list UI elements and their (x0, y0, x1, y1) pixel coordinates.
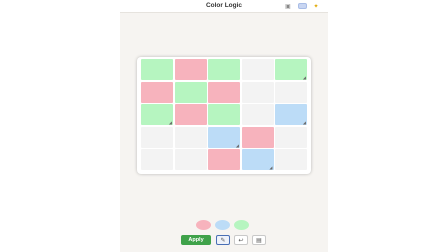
grid-cell-red[interactable] (208, 81, 240, 103)
puzzle-board: ◢ ◢ ◢ ◢ ◢ (137, 57, 311, 174)
grid-cell-empty[interactable] (275, 149, 307, 170)
grid-cell-empty[interactable] (174, 149, 207, 170)
grid-cell-green[interactable]: ◢ (275, 59, 307, 80)
grid-cell-red[interactable] (208, 149, 240, 170)
corner-mark-icon: ◢ (269, 165, 273, 170)
grid-cell-empty[interactable] (241, 81, 274, 103)
grid-cell-empty[interactable] (141, 149, 173, 170)
palette-color-green[interactable] (234, 220, 249, 230)
game-app: Color Logic ▣ ✦ ◢ ◢ ◢ ◢ ◢ Apply ✎ ↩ ▤ (120, 0, 328, 252)
lightbulb-icon[interactable]: ✦ (312, 3, 320, 10)
grid-cell-blue[interactable]: ◢ (208, 126, 240, 148)
palette-color-blue[interactable] (215, 220, 230, 230)
grid-cell-green[interactable] (174, 81, 207, 103)
corner-mark-icon: ◢ (168, 120, 172, 125)
grid-cell-blue[interactable]: ◢ (241, 149, 274, 170)
image-icon[interactable]: ▤ (252, 235, 266, 245)
pencil-icon[interactable]: ✎ (216, 235, 230, 245)
apply-button[interactable]: Apply (181, 235, 211, 245)
grid-cell-blue[interactable]: ◢ (275, 104, 307, 125)
grid-cell-red[interactable] (241, 126, 274, 148)
save-icon[interactable]: ▣ (284, 3, 292, 10)
grid-cell-empty[interactable] (174, 126, 207, 148)
top-bar: Color Logic ▣ ✦ (120, 0, 328, 13)
undo-icon[interactable]: ↩ (234, 235, 248, 245)
page-title: Color Logic (205, 2, 243, 9)
grid-cell-green[interactable] (208, 104, 240, 125)
grid-cell-empty[interactable] (141, 126, 173, 148)
grid-cell-green[interactable] (208, 59, 240, 80)
toggle-icon[interactable] (298, 3, 307, 9)
corner-mark-icon: ◢ (302, 120, 306, 125)
grid-cell-green[interactable] (141, 59, 173, 80)
grid-cell-empty[interactable] (241, 104, 274, 125)
grid-cell-empty[interactable] (275, 81, 307, 103)
palette-color-red[interactable] (196, 220, 211, 230)
grid-cell-red[interactable] (174, 104, 207, 125)
corner-mark-icon: ◢ (302, 75, 306, 80)
grid-cell-empty[interactable] (241, 59, 274, 80)
grid-cell-red[interactable] (174, 59, 207, 80)
grid-cell-empty[interactable] (275, 126, 307, 148)
corner-mark-icon: ◢ (235, 142, 239, 148)
grid-cell-red[interactable] (141, 81, 173, 103)
grid-cell-green[interactable]: ◢ (141, 104, 173, 125)
